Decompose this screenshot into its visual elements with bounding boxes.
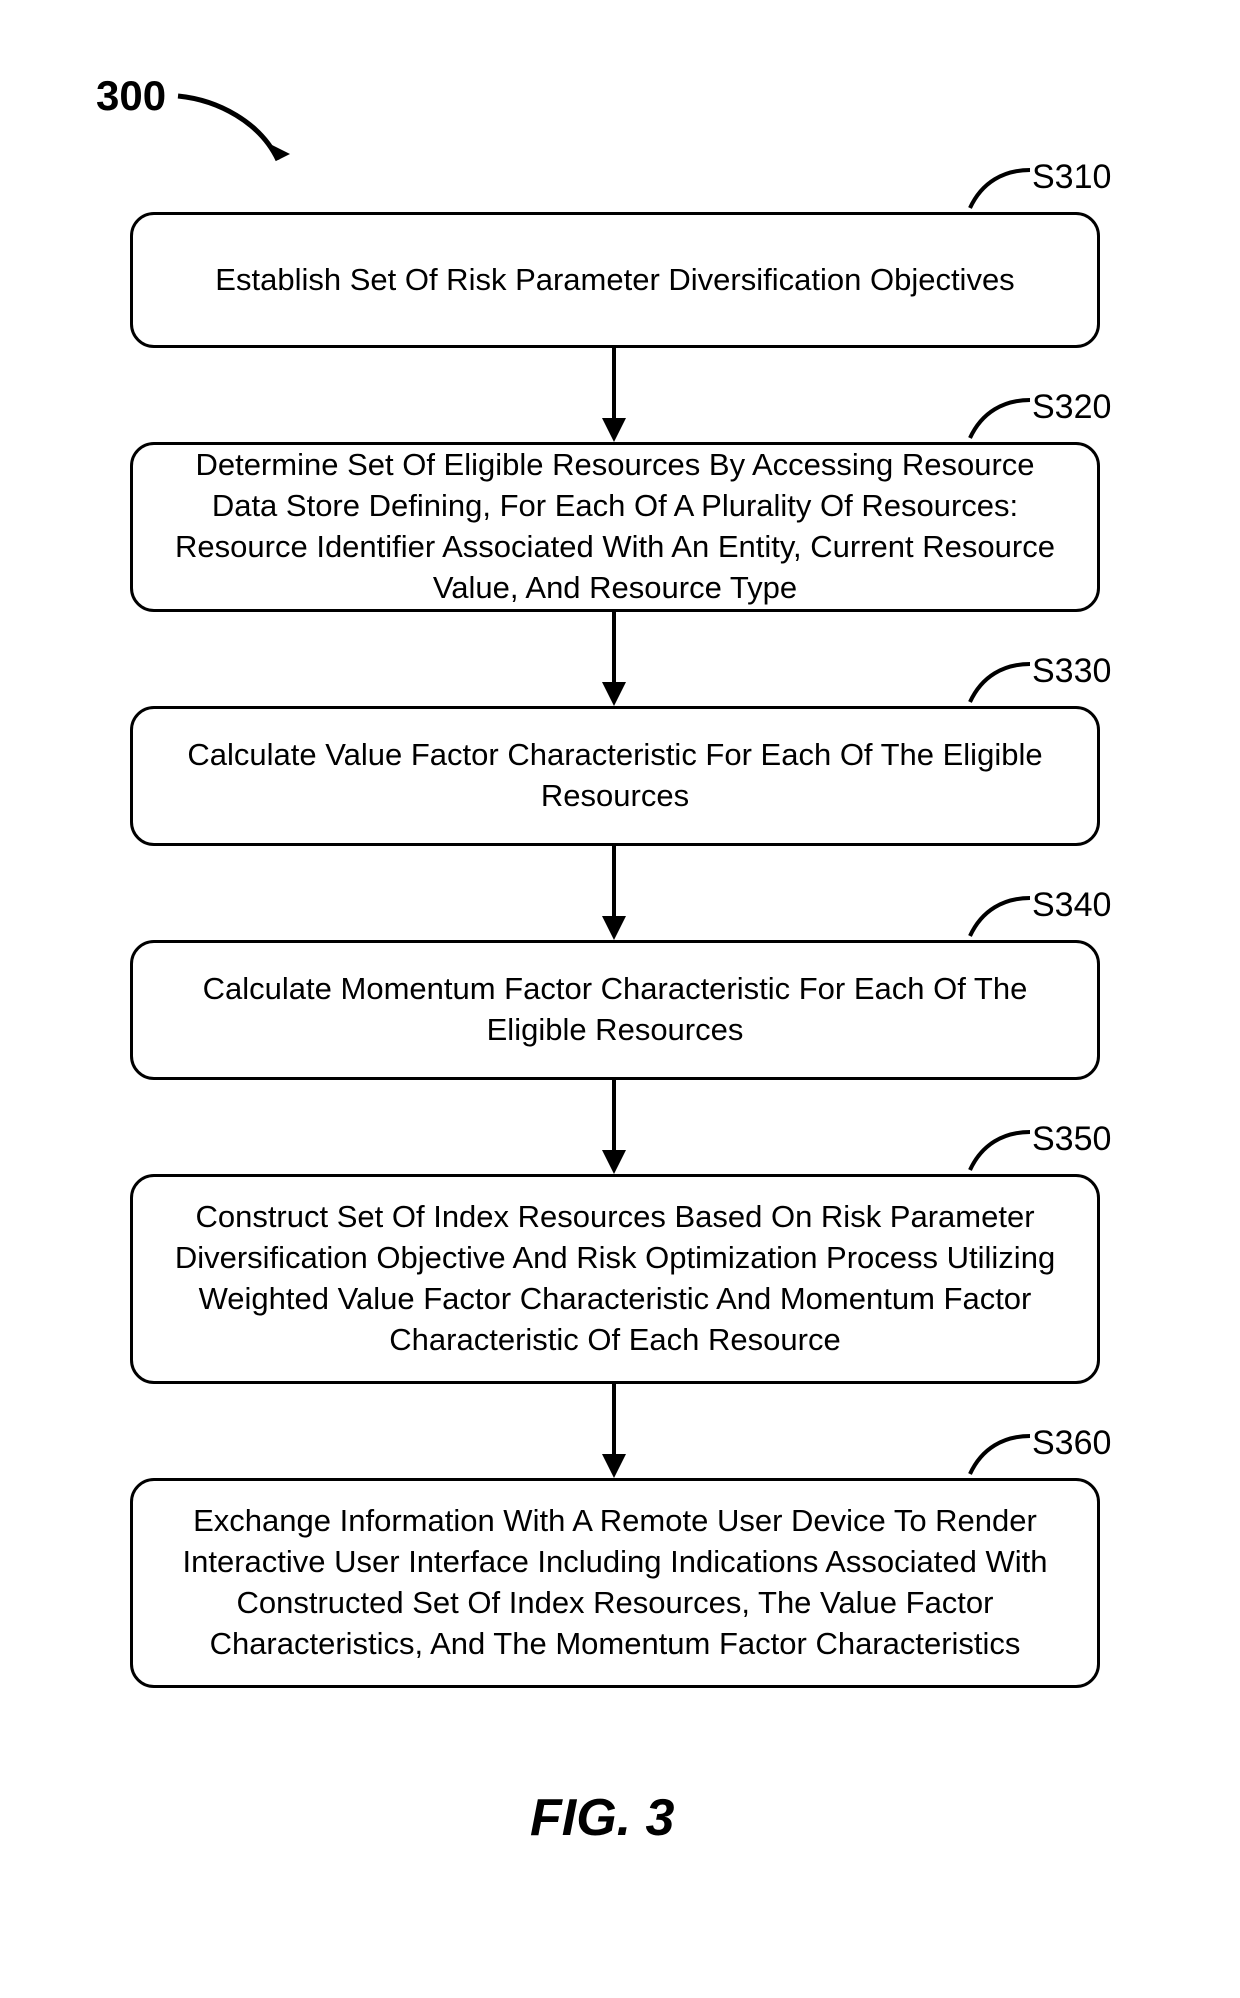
step-box-s340: Calculate Momentum Factor Characteristic… [130,940,1100,1080]
step-box-s320: Determine Set Of Eligible Resources By A… [130,442,1100,612]
callout-arc-s350 [960,1124,1038,1176]
step-label-s340: S340 [1032,886,1111,925]
callout-arc-s360 [960,1428,1038,1480]
step-text-s320: Determine Set Of Eligible Resources By A… [161,445,1069,609]
step-label-s330: S330 [1032,652,1111,691]
step-text-s350: Construct Set Of Index Resources Based O… [161,1197,1069,1361]
flowchart-page: 300 S310 Establish Set Of Risk Parameter… [0,0,1240,1998]
step-label-s350: S350 [1032,1120,1111,1159]
step-box-s310: Establish Set Of Risk Parameter Diversif… [130,212,1100,348]
callout-arc-s320 [960,392,1038,444]
step-label-s310: S310 [1032,158,1111,197]
step-box-s360: Exchange Information With A Remote User … [130,1478,1100,1688]
step-label-s360: S360 [1032,1424,1111,1463]
arrow-s340-s350 [596,1080,632,1176]
figure-caption: FIG. 3 [530,1788,674,1848]
step-text-s310: Establish Set Of Risk Parameter Diversif… [215,260,1014,301]
step-label-s320: S320 [1032,388,1111,427]
callout-arc-s330 [960,656,1038,708]
arrow-s320-s330 [596,612,632,708]
figure-ref-arrow [170,82,310,192]
callout-arc-s310 [960,162,1038,214]
step-box-s350: Construct Set Of Index Resources Based O… [130,1174,1100,1384]
figure-number: 300 [96,72,166,120]
arrow-s330-s340 [596,846,632,942]
step-text-s330: Calculate Value Factor Characteristic Fo… [161,735,1069,817]
step-box-s330: Calculate Value Factor Characteristic Fo… [130,706,1100,846]
arrow-s350-s360 [596,1384,632,1480]
step-text-s340: Calculate Momentum Factor Characteristic… [161,969,1069,1051]
step-text-s360: Exchange Information With A Remote User … [161,1501,1069,1665]
callout-arc-s340 [960,890,1038,942]
arrow-s310-s320 [596,348,632,444]
